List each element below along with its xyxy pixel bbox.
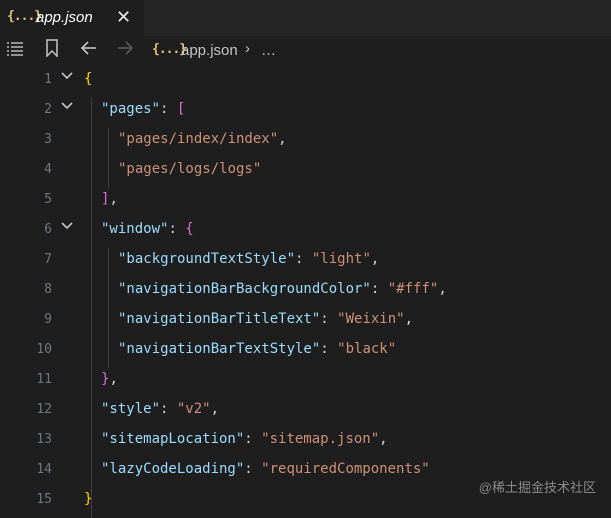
line-number: 10 [36,342,52,357]
line-number: 13 [36,432,52,447]
editor-toolbar: {...} app.json › … [0,36,611,66]
line-number: 1 [44,72,52,87]
line-number: 5 [44,192,52,207]
code-token: , [404,311,414,327]
code-token: "#fff" [387,281,439,297]
tab-bar: {...} app.json ✕ [0,0,611,36]
code-text: "lazyCodeLoading": "requiredComponents" [101,461,430,477]
line-number: 8 [44,282,52,297]
code-token: "v2" [176,401,211,417]
tab-app-json[interactable]: {...} app.json ✕ [0,0,144,36]
code-line[interactable]: 13 "sitemapLocation": "sitemap.json", [0,424,611,454]
code-line[interactable]: 4 "pages/logs/logs" [0,154,611,184]
code-token: "window" [101,221,169,237]
back-arrow-icon[interactable] [80,39,98,62]
close-icon[interactable]: ✕ [116,7,131,28]
code-token: : [160,101,177,117]
chevron-down-icon[interactable] [60,219,74,233]
code-text: "navigationBarTitleText": "Weixin", [118,311,413,327]
code-token: "sitemapLocation" [101,431,245,447]
code-token: , [379,431,388,447]
code-text: "window": { [101,221,194,237]
outline-list-icon[interactable] [6,39,24,62]
code-text: "backgroundTextStyle": "light", [118,251,379,267]
code-token: "light" [311,251,371,267]
code-line[interactable]: 7 "backgroundTextStyle": "light", [0,244,611,274]
code-token: : [370,281,388,297]
code-token: "Weixin" [337,311,405,327]
code-line[interactable]: 1{ [0,64,611,94]
code-token: "navigationBarTextStyle" [118,341,321,357]
code-text: "pages/logs/logs" [118,161,261,177]
code-token: "pages" [101,101,161,117]
breadcrumb-file[interactable]: app.json [181,42,238,59]
code-text: ], [101,191,118,207]
code-text: "navigationBarBackgroundColor": "#fff", [118,281,447,297]
code-text: "sitemapLocation": "sitemap.json", [101,431,388,447]
code-text: }, [101,371,118,387]
code-line[interactable]: 2 "pages": [ [0,94,611,124]
code-token: "navigationBarBackgroundColor" [118,281,371,297]
line-number: 12 [36,402,52,417]
code-token: : [295,251,312,267]
code-token: , [278,131,287,147]
line-number: 3 [44,132,52,147]
code-line[interactable]: 3 "pages/index/index", [0,124,611,154]
tab-title: app.json [36,9,93,26]
chevron-down-icon[interactable] [60,99,74,113]
code-line[interactable]: 12 "style": "v2", [0,394,611,424]
code-token: : [160,401,177,417]
code-token: { [185,221,194,237]
line-number: 11 [36,372,52,387]
code-token: , [109,371,118,387]
code-editor[interactable]: 1{2 "pages": [3 "pages/index/index", 4 "page… [0,64,611,518]
line-number: 4 [44,162,52,177]
line-number: 7 [44,252,52,267]
code-token: : [244,431,262,447]
code-token: "navigationBarTitleText" [118,311,321,327]
code-line[interactable]: 9 "navigationBarTitleText": "Weixin", [0,304,611,334]
line-number: 15 [36,492,52,507]
code-token: "black" [337,341,397,357]
code-token: { [84,71,93,87]
code-text: "style": "v2", [101,401,219,417]
code-text: } [84,491,92,507]
code-token: "pages/logs/logs" [118,161,262,177]
code-text: "pages/index/index", [118,131,287,147]
bookmark-icon[interactable] [44,39,60,62]
code-token: "lazyCodeLoading" [101,461,245,477]
code-token: [ [176,101,186,117]
code-token: "sitemap.json" [261,431,380,447]
code-token: } [84,491,93,507]
code-token: , [438,281,447,297]
code-line[interactable]: 11}, [0,364,611,394]
forward-arrow-icon[interactable] [116,39,134,62]
line-number: 9 [44,312,52,327]
code-token: : [168,221,186,237]
code-token: "requiredComponents" [261,461,430,477]
code-line[interactable]: 6 "window": { [0,214,611,244]
code-text: "pages": [ [101,101,185,117]
chevron-right-icon: › [245,40,250,57]
code-token: "backgroundTextStyle" [118,251,296,267]
code-token: : [320,311,338,327]
code-token: "pages/index/index" [118,131,279,147]
chevron-down-icon[interactable] [60,69,74,83]
line-number: 14 [36,462,52,477]
code-token: , [370,251,380,267]
code-text: { [84,71,92,87]
code-token: : [244,461,262,477]
line-number: 2 [44,102,52,117]
code-token: , [109,191,118,207]
watermark: @稀土掘金技术社区 [478,480,596,495]
code-line[interactable]: 10 "navigationBarTextStyle": "black" [0,334,611,364]
line-number: 6 [44,222,52,237]
code-token: : [320,341,338,357]
code-token: , [210,401,220,417]
code-text: "navigationBarTextStyle": "black" [118,341,396,357]
code-line[interactable]: 5], [0,184,611,214]
code-line[interactable]: 8 "navigationBarBackgroundColor": "#fff", [0,274,611,304]
code-token: "style" [101,401,161,417]
breadcrumb-more[interactable]: … [261,42,276,59]
